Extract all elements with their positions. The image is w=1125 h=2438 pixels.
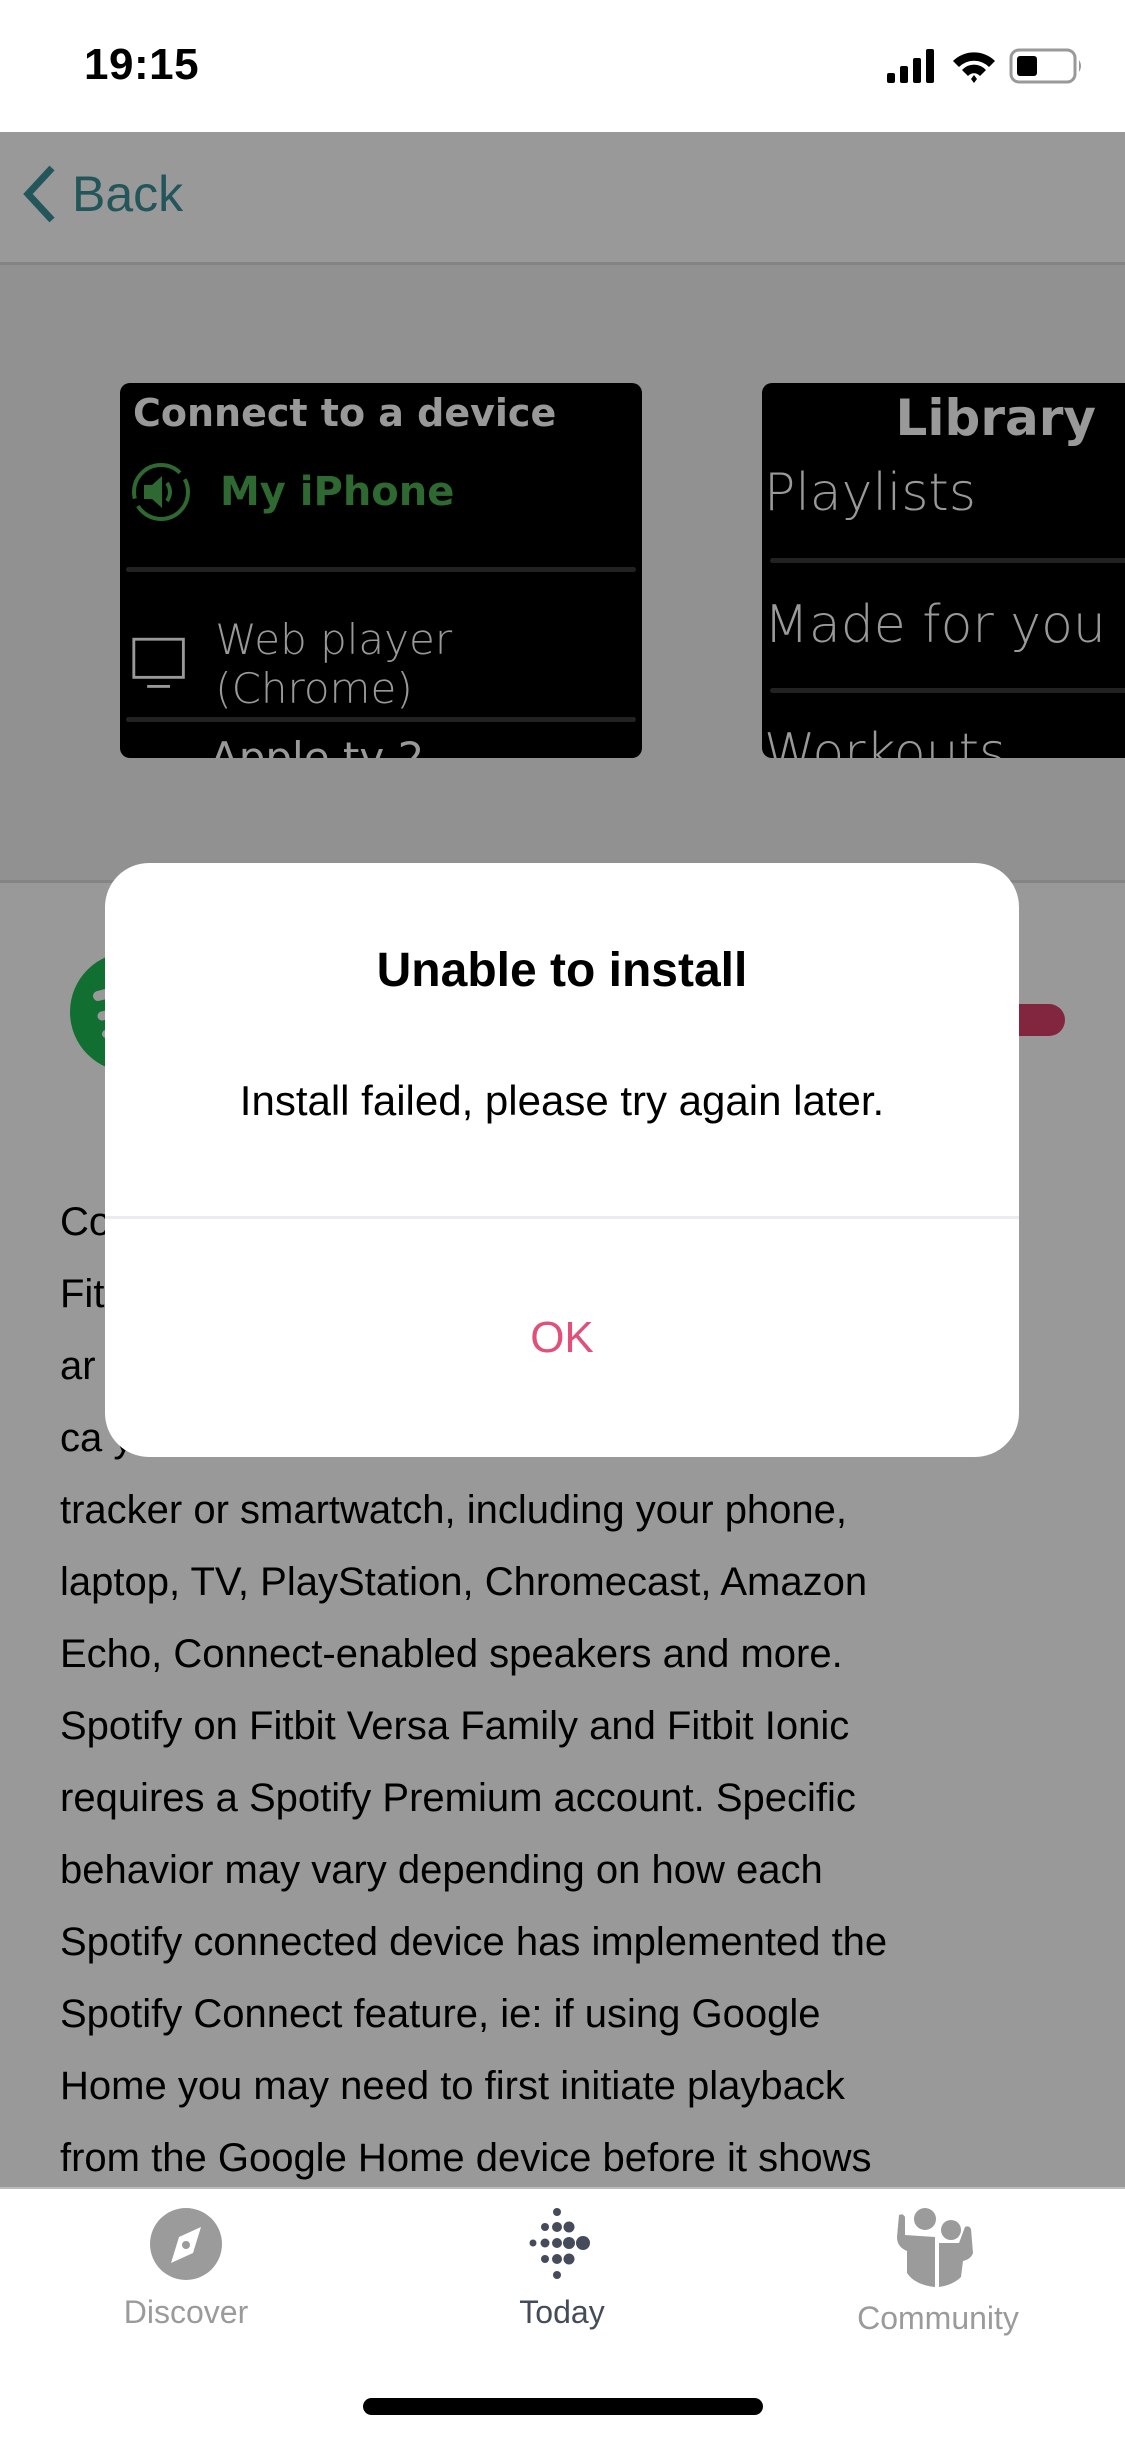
tab-label: Today <box>519 2294 605 2330</box>
status-bar: 19:15 <box>0 0 1125 132</box>
tab-discover[interactable]: Discover <box>36 2207 336 2331</box>
cellular-signal-icon <box>887 49 934 83</box>
home-indicator[interactable] <box>363 2398 763 2415</box>
dialog-message: Install failed, please try again later. <box>239 1077 885 1124</box>
dialog-title: Unable to install <box>376 944 748 997</box>
wifi-icon <box>953 52 995 83</box>
ok-button[interactable]: OK <box>105 1219 1019 1457</box>
tab-label: Community <box>857 2300 1019 2336</box>
tab-community[interactable]: Community <box>788 2207 1088 2337</box>
battery-icon <box>1009 48 1081 84</box>
status-icons <box>887 48 1085 84</box>
compass-icon <box>150 2208 222 2280</box>
alert-dialog: Unable to install Install failed, please… <box>105 863 1019 1457</box>
tab-label: Discover <box>123 2294 249 2330</box>
tab-today[interactable]: Today <box>412 2207 712 2331</box>
status-time: 19:15 <box>84 40 200 89</box>
fitbit-dots-icon <box>529 2208 590 2279</box>
community-icon <box>897 2208 973 2287</box>
